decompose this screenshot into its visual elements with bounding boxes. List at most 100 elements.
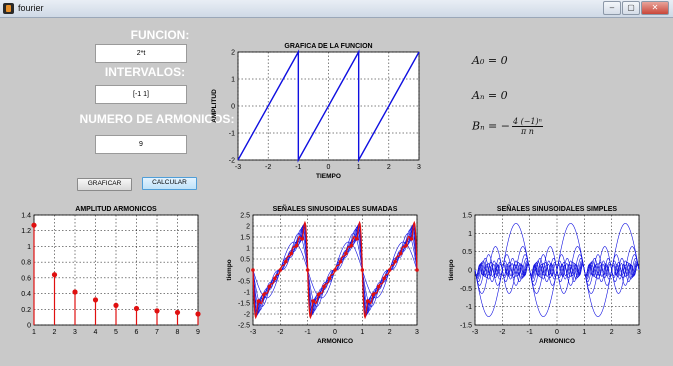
- partial-sum-marker: [344, 251, 348, 256]
- y-tick-label: 2.5: [240, 213, 250, 220]
- partial-sum-marker: [300, 237, 304, 241]
- amplitude-marker: [72, 289, 78, 295]
- partial-sum-marker: [327, 276, 332, 281]
- partial-sum-marker: [251, 268, 255, 272]
- bn-fraction: 4 (−1)ⁿ π n: [511, 117, 543, 136]
- y-tick-label: 0: [246, 268, 250, 275]
- amplitude-marker: [133, 305, 140, 312]
- chart-title: SEÑALES SINUSOIDALES SUMADAS: [273, 204, 398, 213]
- close-button[interactable]: ✕: [641, 1, 669, 15]
- partial-sum-marker: [294, 243, 299, 248]
- y-tick-label: 1.5: [240, 235, 250, 242]
- y-tick-label: 1.5: [462, 213, 472, 220]
- y-tick-label: -2: [244, 312, 250, 319]
- y-tick-label: 1: [468, 231, 472, 238]
- partial-sum-marker: [360, 268, 365, 272]
- x-tick-label: 1: [582, 329, 586, 336]
- y-tick-label: 1: [231, 77, 235, 84]
- partial-sum-marker: [267, 284, 272, 289]
- partial-sum-marker: [311, 299, 315, 303]
- y-tick-label: 0.8: [21, 260, 31, 267]
- x-tick-label: 1: [32, 329, 36, 336]
- minimize-button[interactable]: –: [603, 1, 621, 15]
- y-tick-label: -2: [229, 158, 235, 165]
- y-tick-label: 2: [231, 50, 235, 57]
- y-axis-label: tiempo: [226, 259, 233, 280]
- simple-sinusoids-plot: -3 -2 -1 0 1 2 3 -1.5 -1 -0.5 0 0.5 1 1.5 SEÑALES SINU…: [448, 204, 641, 345]
- partial-sum-marker: [322, 284, 326, 289]
- x-tick-label: 0: [555, 329, 559, 336]
- funcion-field[interactable]: 2*t: [95, 44, 187, 63]
- x-tick-label: 0: [333, 329, 337, 336]
- y-tick-label: 0.5: [240, 257, 250, 264]
- amplitude-marker: [92, 297, 99, 303]
- x-tick-label: 8: [176, 329, 180, 336]
- y-tick-label: -1: [466, 304, 472, 311]
- partial-sum-marker: [404, 243, 408, 248]
- chart-title: GRAFICA DE LA FUNCION: [284, 43, 372, 50]
- x-tick-label: 9: [196, 329, 200, 336]
- bn-formula: Bₙ = −4 (−1)ⁿ π n: [472, 117, 543, 136]
- bn-denominator: π n: [520, 127, 534, 136]
- y-tick-label: -0.5: [238, 279, 250, 286]
- x-tick-label: 1: [357, 164, 361, 171]
- y-tick-label: 0: [27, 323, 31, 330]
- x-tick-label: -1: [527, 329, 533, 336]
- matlab-icon: [3, 3, 14, 14]
- y-tick-label: 1.2: [21, 228, 31, 235]
- y-tick-label: 1: [246, 246, 250, 253]
- summed-sinusoids-plot: -3 -2 -1 0 1 2 3 -2.5 -2 -1.5 -1 -0.5 0 0.5 1 1.5 2 2.5 SE…: [226, 204, 419, 345]
- x-tick-label: -2: [277, 329, 283, 336]
- bn-formula-left: Bₙ = −: [472, 119, 510, 133]
- y-tick-label: 0: [468, 268, 472, 275]
- partial-sum-marker: [398, 251, 403, 256]
- y-tick-label: 0.5: [462, 249, 472, 256]
- x-tick-label: 4: [94, 329, 98, 336]
- partial-sum-marker: [316, 292, 321, 297]
- graficar-button[interactable]: GRAFICAR: [77, 178, 132, 191]
- y-tick-label: -1.5: [460, 323, 472, 330]
- partial-sum-marker: [415, 268, 419, 272]
- x-tick-label: -2: [265, 164, 271, 171]
- x-tick-label: -2: [499, 329, 505, 336]
- funcion-label: FUNCION:: [130, 28, 190, 42]
- x-tick-label: 1: [360, 329, 364, 336]
- x-tick-label: 7: [155, 329, 159, 336]
- x-tick-label: 2: [53, 329, 57, 336]
- y-tick-label: 0.4: [21, 291, 31, 298]
- chart-title: SEÑALES SINUSOIDALES SIMPLES: [497, 204, 618, 213]
- chart-title: AMPLITUD ARMONICOS: [75, 206, 157, 213]
- intervalos-label: INTERVALOS:: [104, 65, 186, 79]
- y-tick-label: 0.2: [21, 307, 31, 314]
- partial-sum-marker: [387, 268, 392, 272]
- partial-sum-marker: [409, 237, 414, 241]
- y-tick-label: -1: [229, 131, 235, 138]
- x-tick-label: 2: [610, 329, 614, 336]
- x-tick-label: 3: [637, 329, 641, 336]
- bn-numerator: 4 (−1)ⁿ: [511, 117, 543, 127]
- partial-sum-marker: [338, 259, 343, 264]
- x-axis-label: ARMONICO: [317, 338, 353, 345]
- x-tick-label: 2: [387, 164, 391, 171]
- partial-sum-marker: [289, 251, 294, 256]
- intervalos-field[interactable]: [-1 1]: [95, 85, 187, 104]
- armonicos-field[interactable]: 9: [95, 135, 187, 154]
- calcular-button[interactable]: CALCULAR: [142, 177, 197, 190]
- an-formula: Aₙ = 0: [472, 89, 508, 102]
- window-controls: – ▢ ✕: [602, 1, 669, 15]
- x-tick-label: -3: [250, 329, 256, 336]
- amplitude-marker: [154, 308, 160, 314]
- x-tick-label: 0: [327, 164, 331, 171]
- function-plot: -3 -2 -1 0 1 2 3-2-1012GRAFICA DE LA FUNCIONTI…: [211, 43, 421, 180]
- y-tick-label: 0.6: [21, 275, 31, 282]
- amplitude-marker: [31, 222, 37, 228]
- x-tick-label: -1: [305, 329, 311, 336]
- y-tick-label: -0.5: [460, 286, 472, 293]
- partial-sum-marker: [284, 259, 288, 264]
- partial-sum-marker: [376, 284, 381, 289]
- partial-sum-marker: [256, 299, 261, 303]
- x-tick-label: 2: [388, 329, 392, 336]
- x-tick-label: -3: [472, 329, 478, 336]
- maximize-button[interactable]: ▢: [622, 1, 640, 15]
- harmonic-amplitude-plot: 1 2 3 4 5 6 7 8 9 0 0.2 0.4 0.6 0.8 1 1.2 1.4 AMPLITUD AR…: [21, 206, 201, 336]
